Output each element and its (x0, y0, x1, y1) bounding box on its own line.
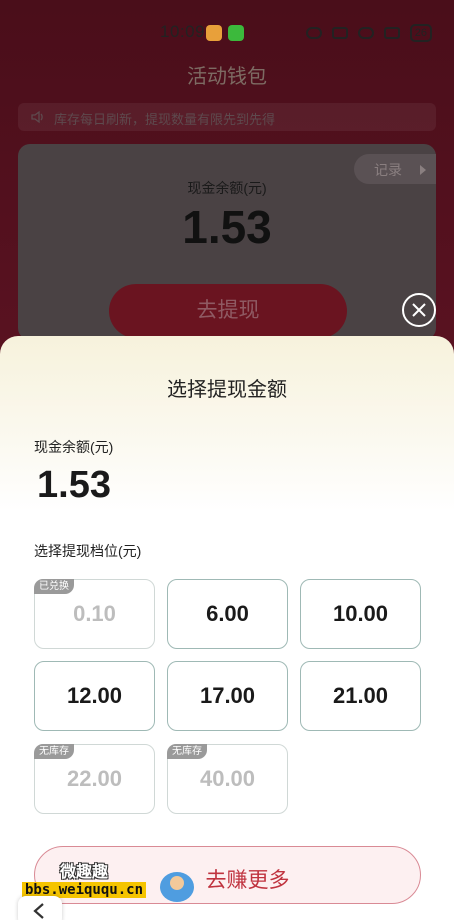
tier-option[interactable]: 10.00 (300, 579, 421, 649)
tier-amount: 22.00 (66, 766, 123, 791)
balance-value: 1.53 (182, 201, 272, 253)
tier-option[interactable]: 21.00 (300, 661, 421, 731)
status-time: 10:09 (160, 22, 206, 41)
withdraw-button[interactable]: 去提现 (109, 284, 347, 338)
close-button[interactable] (402, 293, 436, 327)
tier-option[interactable]: 已兑换 0.10 (34, 579, 155, 649)
tier-option[interactable]: 17.00 (167, 661, 288, 731)
alarm-icon (331, 27, 348, 39)
tier-label: 选择提现档位(元) (34, 543, 142, 559)
tier-amount: 10.00 (332, 601, 389, 626)
tier-option[interactable]: 6.00 (167, 579, 288, 649)
tier-amount: 6.00 (206, 601, 249, 626)
wallet-card: 记录 现金余额(元) 1.53 去提现 (18, 144, 436, 340)
tier-badge: 无库存 (167, 744, 207, 759)
watermark-top: 微趣趣 (60, 864, 109, 881)
signal-icon (383, 27, 400, 39)
records-label: 记录 (374, 162, 402, 178)
status-bar: 10:09 26 (0, 18, 454, 48)
sheet-balance-label: 现金余额(元) (34, 439, 114, 455)
tier-badge: 无库存 (34, 744, 74, 759)
tier-badge: 已兑换 (34, 579, 74, 594)
back-button[interactable] (18, 896, 62, 920)
speaker-icon (31, 110, 43, 124)
tier-amount: 40.00 (199, 766, 256, 791)
balance-label: 现金余额(元) (187, 180, 267, 196)
sheet-title: 选择提现金额 (167, 379, 287, 401)
notice-text: 库存每日刷新，提现数量有限先到先得 (54, 112, 276, 127)
back-chevron-icon (33, 903, 44, 919)
battery-indicator: 26 (409, 24, 432, 42)
wechat-icon (228, 25, 244, 41)
page-title: 活动钱包 (187, 66, 267, 88)
close-icon (412, 303, 426, 317)
weibo-icon (206, 25, 222, 41)
tier-option[interactable]: 12.00 (34, 661, 155, 731)
play-arrow-icon (420, 165, 426, 175)
tier-option[interactable]: 无库存 40.00 (167, 744, 288, 814)
tier-amount: 21.00 (332, 683, 389, 708)
eye-icon (305, 27, 322, 39)
tier-amount: 12.00 (66, 683, 123, 708)
withdraw-sheet: 选择提现金额 现金余额(元) 1.53 选择提现档位(元) 已兑换 0.10 6… (0, 336, 454, 920)
notice-bar: 库存每日刷新，提现数量有限先到先得 (18, 103, 436, 131)
wifi-icon (357, 27, 374, 39)
sheet-balance-value: 1.53 (37, 464, 111, 506)
tier-amount: 17.00 (199, 683, 256, 708)
mascot-icon (160, 872, 194, 902)
tier-amount: 0.10 (73, 601, 116, 626)
status-indicators: 26 (305, 24, 432, 42)
tier-option[interactable]: 无库存 22.00 (34, 744, 155, 814)
